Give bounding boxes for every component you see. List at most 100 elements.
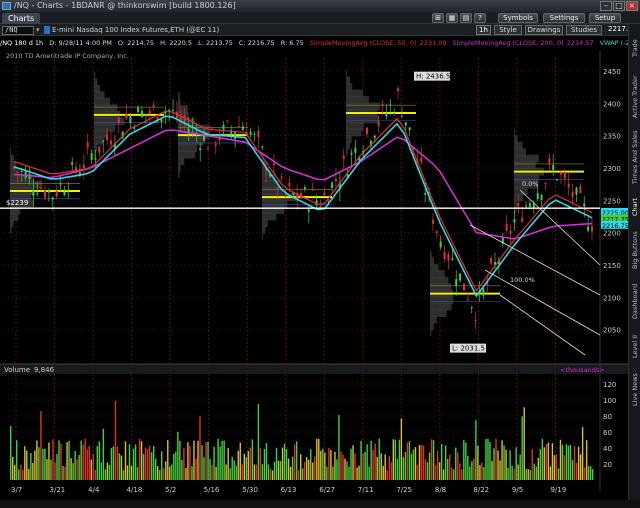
date-tick-label: 9/19 — [550, 486, 566, 494]
volume-bar — [62, 465, 64, 480]
candle-body — [334, 178, 337, 182]
volume-bar — [446, 458, 449, 480]
volume-bar — [247, 450, 250, 480]
candle-body — [474, 319, 477, 321]
volume-bar — [44, 448, 46, 480]
candle-body — [528, 203, 531, 207]
volume-bar — [535, 466, 537, 480]
close-button[interactable]: × — [626, 1, 638, 11]
volume-bar — [140, 441, 143, 480]
price-chart[interactable]: $2239 H: 2436.5 L: 2031.5 0.0% 100.0% 2450 24… — [0, 50, 628, 500]
volume-bar — [338, 414, 340, 480]
candle-body — [435, 231, 438, 234]
info-open: O: 2214.75 — [117, 39, 155, 47]
sidebar-tab-big-buttons[interactable]: Big Buttons — [629, 226, 640, 274]
sidebar-tab-dashboard[interactable]: Dashboard — [629, 278, 640, 324]
volume-bar — [122, 470, 125, 480]
price-axis: 2450240023502300225022002150210020502225… — [601, 68, 628, 335]
volume-bar — [384, 454, 386, 480]
date-tick-label: 3/7 — [11, 486, 22, 494]
tab-charts[interactable]: Charts — [2, 13, 41, 24]
info-sma200-label[interactable]: SimpleMovingAvg (CLOSE, 200, 0) — [453, 39, 564, 47]
volume-bar — [567, 445, 570, 480]
drawings-button[interactable]: Drawings — [525, 25, 563, 35]
volume-bar — [505, 449, 507, 480]
volume-bar — [223, 440, 225, 480]
date-tick-label: 4/4 — [88, 486, 100, 494]
right-sidebar: Trade Active Trader Times And Sales Char… — [628, 24, 640, 500]
volume-bar — [422, 445, 425, 480]
grid-icon[interactable]: ▦ — [446, 13, 458, 23]
volume-bar — [479, 465, 481, 480]
price-tick-label: 2350 — [603, 133, 621, 141]
info-sma50-label[interactable]: SimpleMovingAvg (CLOSE, 50, 0) — [310, 39, 417, 47]
volume-tick-label: 20 — [603, 461, 612, 469]
sidebar-tab-active-trader[interactable]: Active Trader — [629, 72, 640, 122]
help-icon[interactable]: ? — [474, 13, 486, 23]
candle-body — [377, 121, 380, 126]
volume-bar — [473, 458, 475, 480]
volume-bar — [257, 403, 260, 480]
volume-bar — [449, 454, 451, 480]
candle-body — [47, 190, 50, 193]
link-icon[interactable]: ⊞ — [432, 13, 444, 23]
volume-bar — [269, 468, 272, 480]
volume-bar — [221, 440, 223, 480]
volume-bar — [469, 466, 471, 480]
print-icon[interactable]: ▤ — [460, 13, 472, 23]
volume-units: <thousands> — [560, 366, 605, 374]
period-selector[interactable]: 1h — [476, 25, 491, 35]
symbols-button[interactable]: Symbols — [498, 13, 538, 23]
sidebar-tab-level-ii[interactable]: Level II — [629, 328, 640, 364]
link-color-icon[interactable] — [44, 26, 50, 34]
volume-bar — [350, 448, 352, 480]
volume-bar — [215, 466, 217, 480]
price-tick-label: 2300 — [603, 165, 621, 173]
chevron-down-icon[interactable]: ▾ — [36, 26, 40, 34]
candle-body — [331, 182, 334, 189]
sidebar-tab-trade[interactable]: Trade — [629, 28, 640, 68]
style-button[interactable]: Style — [494, 25, 522, 35]
sidebar-tab-times-and-sales[interactable]: Times And Sales — [629, 126, 640, 188]
candle-body — [420, 157, 423, 163]
candle-body — [459, 273, 462, 281]
candle-body — [462, 283, 465, 291]
volume-bar — [275, 447, 278, 480]
symbol-input[interactable]: /NQ — [2, 26, 34, 35]
volume-bar — [177, 431, 179, 480]
volume-bar — [314, 456, 316, 480]
volume-bar — [14, 464, 16, 480]
candle-body — [98, 146, 101, 153]
volume-bar — [291, 456, 294, 480]
candle-body — [102, 140, 105, 142]
setup-button[interactable]: Setup — [589, 13, 621, 23]
studies-button[interactable]: Studies — [566, 25, 602, 35]
volume-bar — [78, 455, 80, 480]
volume-bar — [394, 439, 397, 480]
volume-bar — [318, 438, 320, 480]
volume-title: Volume — [4, 366, 30, 374]
maximize-button[interactable]: □ — [613, 1, 625, 11]
date-tick-label: 3/21 — [50, 486, 66, 494]
candle-body — [90, 153, 93, 160]
minimize-button[interactable]: – — [600, 1, 612, 11]
info-high: H: 2220.5 — [160, 39, 192, 47]
candle-body — [199, 148, 202, 151]
candle-body — [257, 130, 260, 138]
window-title: /NQ - Charts - 1BDANR @ thinkorswim [bui… — [14, 1, 236, 10]
sidebar-tab-chart[interactable]: Chart — [629, 192, 640, 222]
candle-body — [532, 203, 535, 209]
volume-bar — [515, 447, 517, 480]
fib-channel-line — [469, 224, 601, 296]
volume-bar — [237, 450, 239, 480]
sidebar-tab-live-news[interactable]: Live News — [629, 368, 640, 412]
volume-bar — [169, 466, 171, 480]
candle-body — [366, 127, 369, 135]
chart-info-bar: /NQ 180 d 1h D: 9/28/11 4:00 PM O: 2214.… — [0, 37, 638, 49]
date-axis: 3/7 3/21 4/4 4/18 5/2 5/16 5/30 6/13 6/27 7/11 7/2… — [11, 486, 566, 494]
volume-bar — [557, 468, 560, 480]
volume-bar — [340, 451, 342, 480]
candle-body — [451, 258, 454, 260]
settings-button[interactable]: Settings — [543, 13, 585, 23]
candle-body — [179, 117, 182, 121]
